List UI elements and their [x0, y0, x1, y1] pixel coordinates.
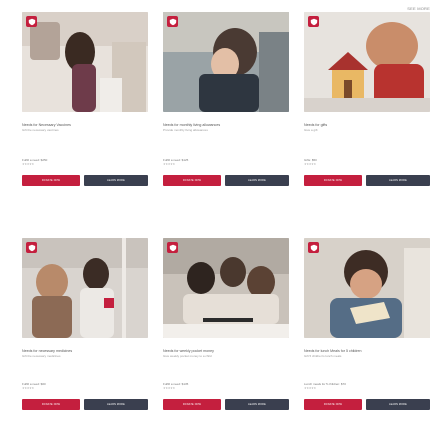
card-photo[interactable] [304, 12, 430, 112]
shield-heart-icon [169, 244, 176, 251]
learn-more-button[interactable]: LEARN MORE [225, 399, 289, 411]
card-actions: DONATE NOW LEARN MORE [304, 175, 430, 187]
card-rating: ★★★★★ [22, 161, 34, 166]
card-actions: DONATE NOW LEARN MORE [22, 175, 148, 187]
card-image-medicine [22, 238, 148, 338]
card-title: Needs for Necessary Vaccines [22, 123, 71, 127]
donate-now-button[interactable]: DONATE NOW [22, 175, 80, 187]
card-info: Fulfill a need: $60 ★★★★★ [22, 383, 148, 390]
card-title: Needs for necessary medicines [22, 349, 73, 353]
donate-now-button[interactable]: DONATE NOW [304, 175, 362, 187]
card-subtitle: Gift the necessary medicines [22, 354, 61, 359]
card-image-allowance [163, 12, 289, 112]
card-actions: DONATE NOW LEARN MORE [304, 399, 430, 411]
shield-heart-icon [169, 18, 176, 25]
card-title: Needs for monthly living allowances [163, 123, 221, 127]
shield-heart-icon [310, 18, 317, 25]
donation-card: Needs for necessary medicines Gift the n… [22, 238, 148, 428]
card-subtitle: Provide monthly living allowances [163, 128, 208, 133]
learn-more-button[interactable]: LEARN MORE [366, 175, 430, 187]
learn-more-button[interactable]: LEARN MORE [84, 399, 148, 411]
card-actions: DONATE NOW LEARN MORE [163, 399, 289, 411]
see-more-link[interactable]: SEE MORE [407, 6, 430, 11]
card-photo[interactable] [22, 238, 148, 338]
badge [26, 242, 37, 253]
card-photo[interactable] [163, 12, 289, 112]
donate-now-button[interactable]: DONATE NOW [163, 175, 221, 187]
card-info: Lunch meals for 5 children: $70 ★★★★★ [304, 383, 430, 390]
learn-more-button[interactable]: LEARN MORE [366, 399, 430, 411]
card-subtitle: Gift the necessary vaccines [22, 128, 59, 133]
card-image-lunch [304, 238, 430, 338]
card-info: Gifts: $50 ★★★★★ [304, 159, 430, 166]
learn-more-button[interactable]: LEARN MORE [84, 175, 148, 187]
badge [167, 242, 178, 253]
donation-card: Needs for Necessary Vaccines Gift the ne… [22, 12, 148, 238]
card-info: Fulfill a need: $250 ★★★★★ [22, 159, 148, 166]
donate-now-button[interactable]: DONATE NOW [22, 399, 80, 411]
shield-heart-icon [310, 244, 317, 251]
donation-card: Needs for lunch Meals for 5 children Gif… [304, 238, 430, 428]
card-info: Fulfill a need: $135 ★★★★★ [163, 383, 289, 390]
donation-card-grid: Needs for Necessary Vaccines Gift the ne… [22, 12, 430, 428]
badge [26, 16, 37, 27]
card-photo[interactable] [304, 238, 430, 338]
card-title: Needs for lunch Meals for 5 children [304, 349, 362, 353]
donation-card: Needs for monthly living allowances Prov… [163, 12, 289, 238]
card-title: Needs for gifts [304, 123, 328, 127]
donate-now-button[interactable]: DONATE NOW [304, 399, 362, 411]
card-rating: ★★★★★ [304, 385, 316, 390]
badge [308, 242, 319, 253]
card-rating: ★★★★★ [163, 385, 175, 390]
shield-heart-icon [28, 244, 35, 251]
donation-card: Needs for weekly pocket money Give weekl… [163, 238, 289, 428]
donation-card: Needs for gifts Give a gift Gifts: $50 ★… [304, 12, 430, 238]
learn-more-button[interactable]: LEARN MORE [225, 175, 289, 187]
card-info: Fulfill a need: $125 ★★★★★ [163, 159, 289, 166]
card-image-vaccine [22, 12, 148, 112]
card-image-gift [304, 12, 430, 112]
card-actions: DONATE NOW LEARN MORE [163, 175, 289, 187]
badge [167, 16, 178, 27]
card-rating: ★★★★★ [304, 161, 316, 166]
card-photo[interactable] [22, 12, 148, 112]
card-subtitle: Give a gift [304, 128, 318, 133]
shield-heart-icon [28, 18, 35, 25]
card-actions: DONATE NOW LEARN MORE [22, 399, 148, 411]
card-subtitle: Give weekly pocket money to a child [163, 354, 212, 359]
card-image-pocket-money [163, 238, 289, 338]
card-photo[interactable] [163, 238, 289, 338]
donate-now-button[interactable]: DONATE NOW [163, 399, 221, 411]
card-subtitle: Gift 5 children's lunch meals [304, 354, 342, 359]
card-title: Needs for weekly pocket money [163, 349, 214, 353]
card-rating: ★★★★★ [163, 161, 175, 166]
badge [308, 16, 319, 27]
card-rating: ★★★★★ [22, 385, 34, 390]
